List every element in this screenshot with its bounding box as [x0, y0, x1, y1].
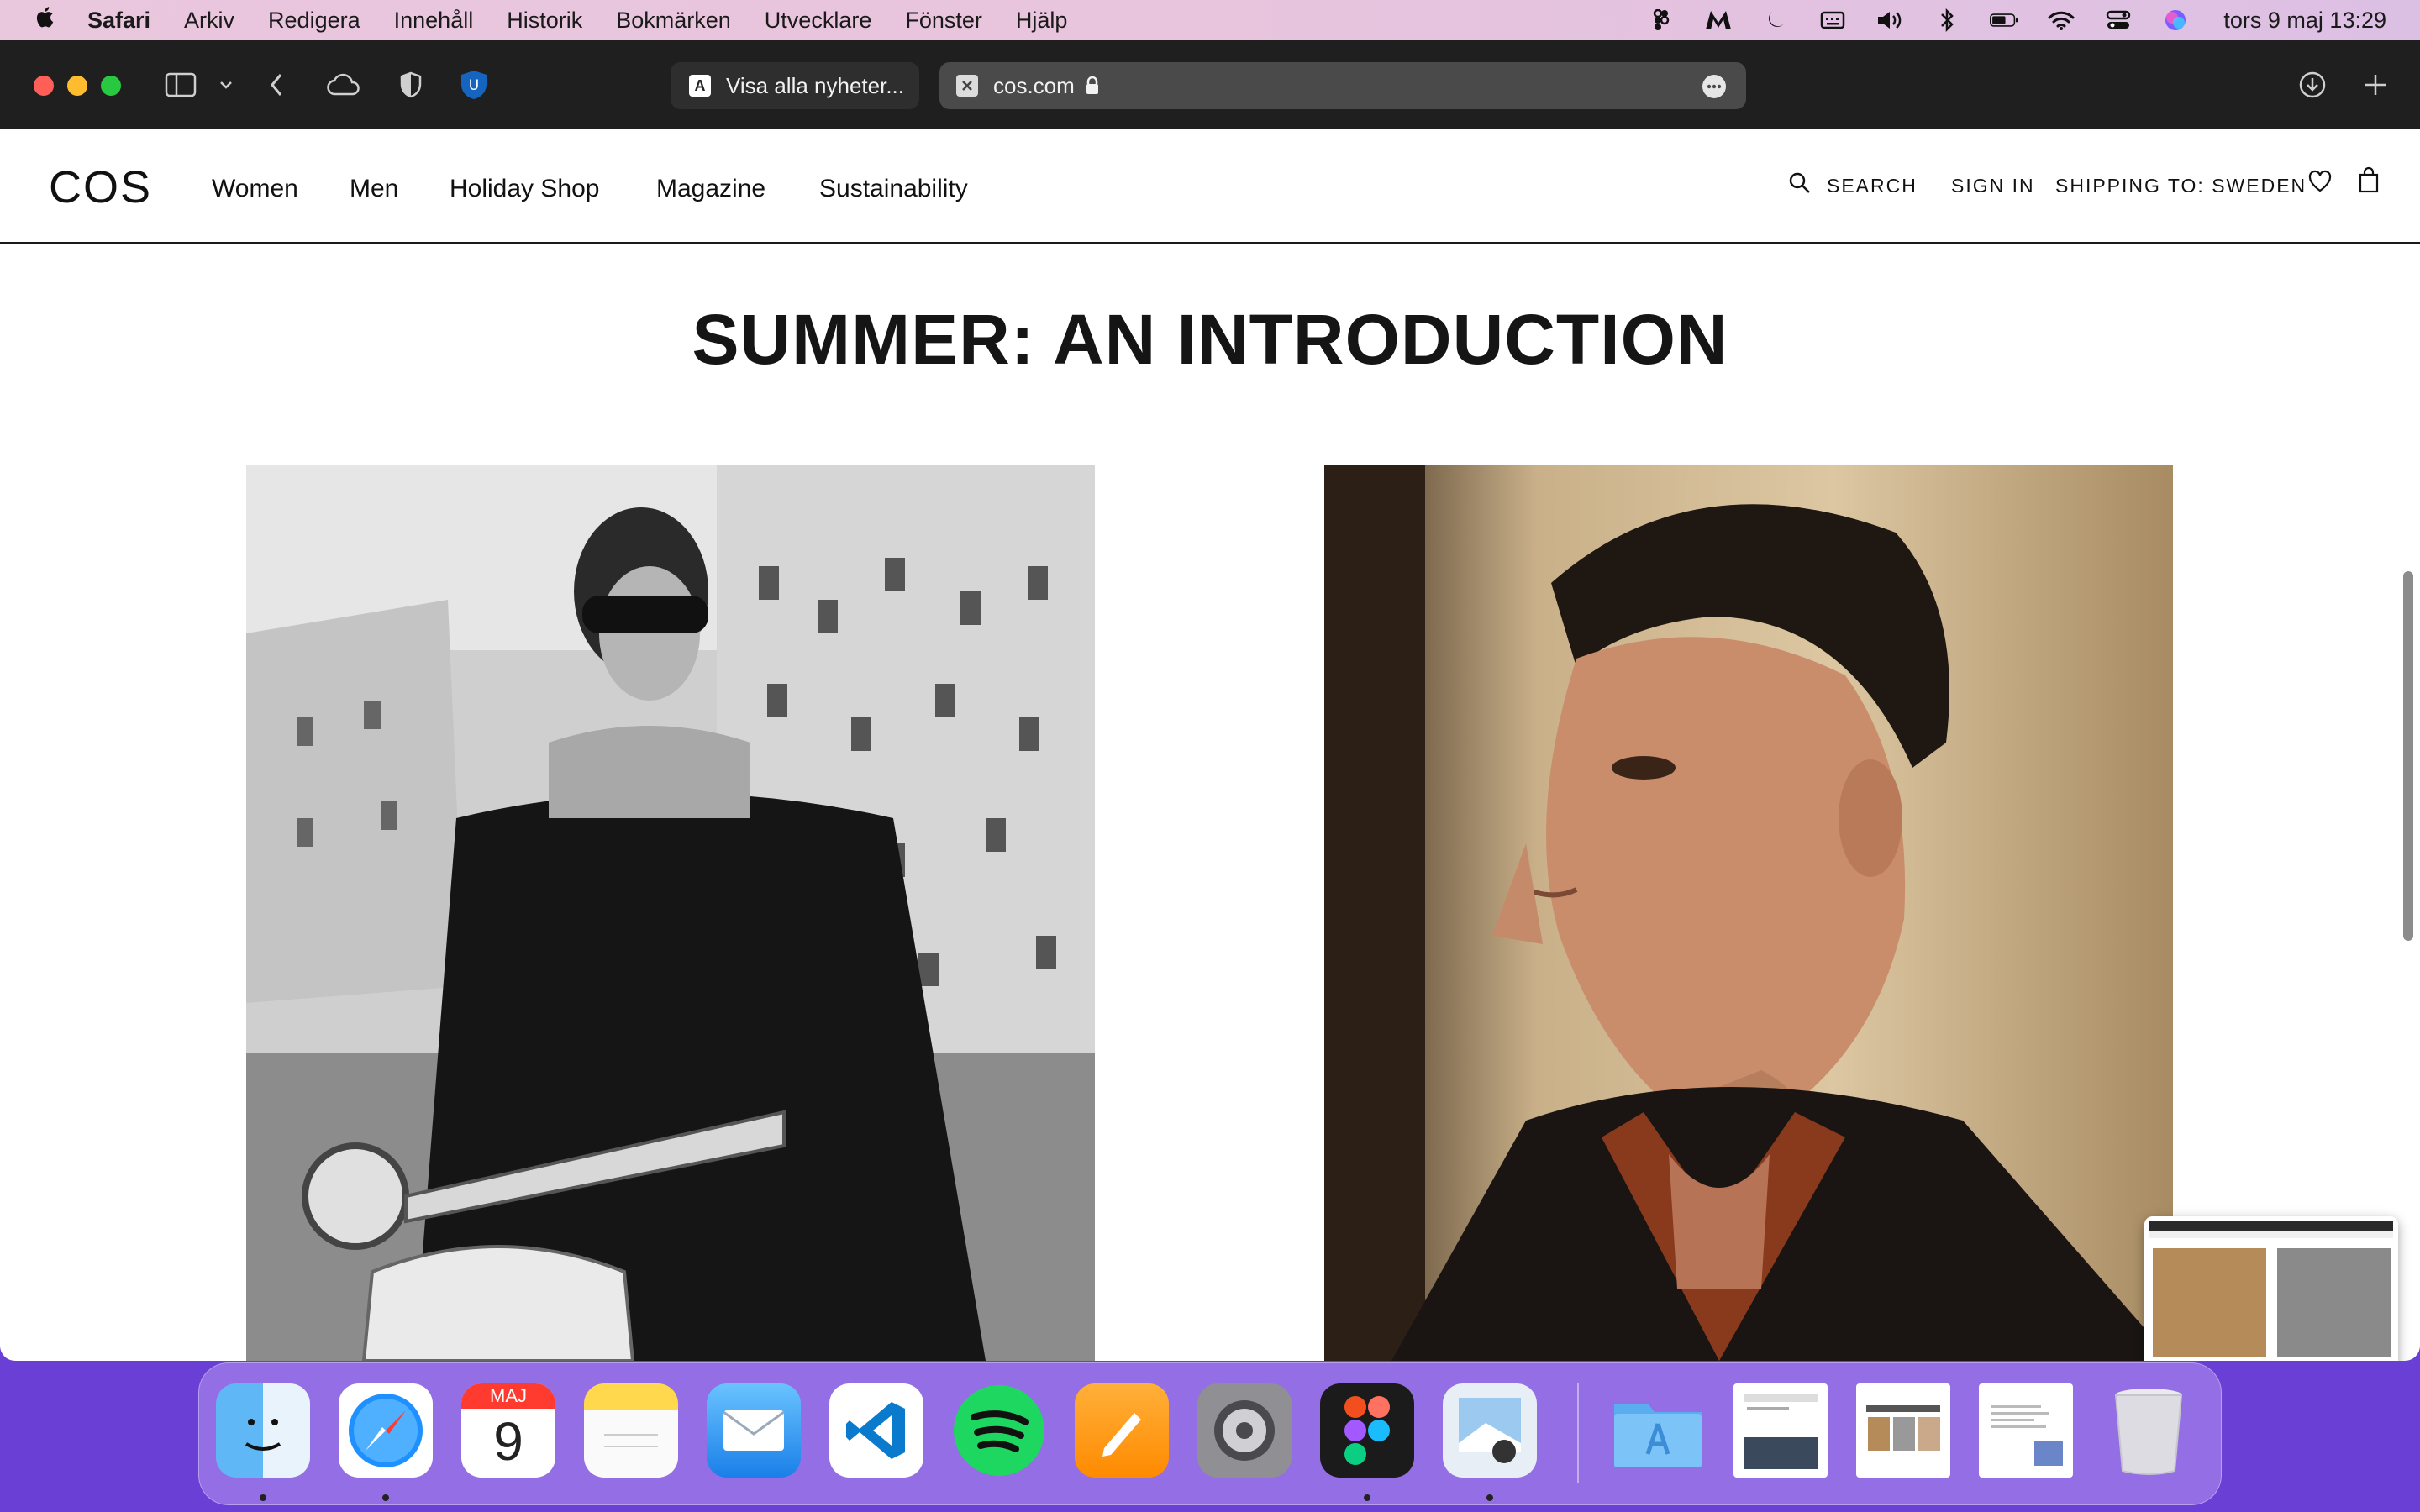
minimize-window-button[interactable] [67, 76, 87, 96]
nav-men[interactable]: Men [350, 175, 398, 203]
menu-bokmarken[interactable]: Bokmärken [616, 8, 731, 34]
calendar-day: 9 [493, 1411, 523, 1472]
page-title: SUMMER: AN INTRODUCTION [692, 300, 1728, 379]
dock-applications-folder-icon[interactable] [1611, 1383, 1705, 1478]
tab-title: Visa alla nyheter... [726, 72, 904, 98]
apple-menu-icon[interactable] [0, 4, 87, 36]
menu-bar: Safari Arkiv Redigera Innehåll Historik … [0, 0, 2420, 40]
dock-figma-icon[interactable] [1320, 1383, 1414, 1478]
privacy-shield-icon[interactable] [397, 66, 425, 104]
menu-historik[interactable]: Historik [507, 8, 582, 34]
dock-screenshot-file-3[interactable] [1979, 1383, 2073, 1478]
page-menu-icon[interactable] [1701, 73, 1728, 100]
editorial-photo-woman-scooter[interactable] [246, 465, 1095, 1361]
nav-holiday-shop[interactable]: Holiday Shop [450, 175, 599, 203]
chevron-down-icon[interactable] [217, 66, 235, 104]
address-bar[interactable]: cos.com [939, 62, 1746, 109]
back-arrow-icon[interactable] [267, 66, 286, 104]
figma-status-icon[interactable] [1647, 8, 1676, 32]
dock-running-indicator [382, 1494, 389, 1501]
nav-sustainability[interactable]: Sustainability [819, 175, 968, 203]
dock-screenshot-file-1[interactable] [1733, 1383, 1828, 1478]
dock-vscode-icon[interactable] [829, 1383, 923, 1478]
menu-innehall[interactable]: Innehåll [394, 8, 474, 34]
sidebar-toggle-icon[interactable] [161, 66, 200, 104]
dock-calendar-icon[interactable]: MAJ 9 [461, 1383, 555, 1478]
downloads-icon[interactable] [2296, 66, 2329, 104]
menu-arkiv[interactable]: Arkiv [184, 8, 234, 34]
zoom-window-button[interactable] [101, 76, 121, 96]
dock-running-indicator [1364, 1494, 1370, 1501]
nav-magazine[interactable]: Magazine [656, 175, 765, 203]
menu-app-name[interactable]: Safari [87, 8, 150, 34]
ublock-extension-icon[interactable]: U [457, 66, 491, 104]
dock-pages-icon[interactable] [1075, 1383, 1169, 1478]
wishlist-heart-icon[interactable] [2307, 170, 2333, 198]
dock-screenshot-file-2[interactable] [1856, 1383, 1950, 1478]
shipping-country-selector[interactable]: SHIPPING TO: SWEDEN [2055, 175, 2307, 197]
mastodon-status-icon[interactable] [1704, 8, 1733, 32]
control-center-icon[interactable] [2104, 8, 2133, 32]
address-text[interactable]: cos.com [993, 73, 1075, 99]
battery-icon[interactable] [1990, 8, 2018, 32]
focus-moon-icon[interactable] [1761, 8, 1790, 32]
safari-window: U A Visa alla nyheter... cos.com COS Wom… [0, 40, 2420, 1361]
lock-icon [1085, 76, 1100, 96]
siri-icon[interactable] [2161, 8, 2190, 32]
nav-women[interactable]: Women [212, 175, 298, 203]
tab-visa-alla-nyheter[interactable]: A Visa alla nyheter... [671, 62, 919, 109]
tab-favicon-icon: A [689, 75, 711, 97]
safari-toolbar: U A Visa alla nyheter... cos.com [0, 40, 2420, 129]
new-tab-plus-icon[interactable] [2361, 66, 2390, 104]
dock-spotify-icon[interactable] [952, 1383, 1046, 1478]
dock-trash-icon[interactable] [2102, 1383, 2196, 1478]
menu-fonster[interactable]: Fönster [905, 8, 982, 34]
close-window-button[interactable] [34, 76, 54, 96]
dock-separator [1577, 1383, 1579, 1483]
screenshot-thumbnail-preview[interactable] [2144, 1216, 2398, 1361]
keyboard-icon[interactable] [1818, 8, 1847, 32]
bluetooth-icon[interactable] [1933, 8, 1961, 32]
volume-icon[interactable] [1876, 8, 1904, 32]
shopping-bag-icon[interactable] [2358, 166, 2380, 198]
icloud-tabs-icon[interactable] [324, 66, 363, 104]
dock-system-settings-icon[interactable] [1197, 1383, 1292, 1478]
svg-text:U: U [469, 77, 479, 94]
site-favicon-icon [956, 75, 978, 97]
cos-logo[interactable]: COS [49, 161, 152, 213]
dock-notes-icon[interactable] [584, 1383, 678, 1478]
wifi-icon[interactable] [2047, 8, 2075, 32]
site-header: COS Women Men Holiday Shop Magazine Sust… [0, 129, 2420, 244]
dock-preview-icon[interactable] [1443, 1383, 1537, 1478]
dock-running-indicator [260, 1494, 266, 1501]
menubar-clock[interactable]: tors 9 maj 13:29 [2223, 8, 2386, 34]
dock-running-indicator [1486, 1494, 1493, 1501]
search-button[interactable]: SEARCH [1827, 175, 1918, 197]
menu-hjalp[interactable]: Hjälp [1016, 8, 1068, 34]
sign-in-link[interactable]: SIGN IN [1951, 175, 2035, 197]
search-icon[interactable] [1788, 171, 1812, 200]
dock: MAJ 9 [198, 1362, 2222, 1505]
dock-safari-icon[interactable] [339, 1383, 433, 1478]
editorial-photo-man-portrait[interactable] [1324, 465, 2173, 1361]
vertical-scrollbar[interactable] [2403, 571, 2413, 941]
menu-redigera[interactable]: Redigera [268, 8, 360, 34]
dock-mail-icon[interactable] [707, 1383, 801, 1478]
dock-finder-icon[interactable] [216, 1383, 310, 1478]
menu-utvecklare[interactable]: Utvecklare [765, 8, 872, 34]
calendar-month: MAJ [461, 1383, 555, 1409]
